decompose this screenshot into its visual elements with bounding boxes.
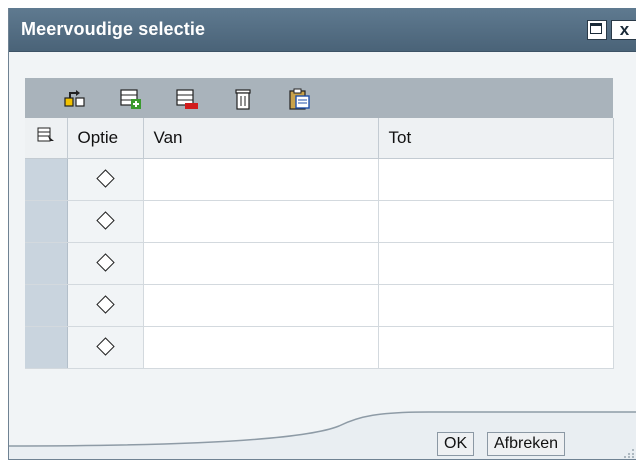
van-cell[interactable] [143,200,379,243]
row-selector[interactable] [25,326,68,369]
multiple-selection-dialog: Meervoudige selectie x Optie Van Tot OK … [8,8,636,460]
tot-cell[interactable] [378,200,614,243]
table-row [25,242,614,285]
tot-cell[interactable] [378,326,614,369]
option-cell[interactable] [67,326,144,369]
table-row [25,326,614,369]
column-settings-icon [37,127,54,142]
column-header-van[interactable]: Van [143,118,379,159]
table-row [25,284,614,327]
table-row [25,158,614,201]
column-header-optie[interactable]: Optie [67,118,144,159]
option-cell[interactable] [67,200,144,243]
option-diamond-icon [95,253,115,272]
option-cell[interactable] [67,284,144,327]
resize-grip-icon[interactable] [621,448,635,458]
trash-icon[interactable] [231,87,255,111]
table-row [25,200,614,243]
row-selector[interactable] [25,200,68,243]
column-header-tot[interactable]: Tot [378,118,614,159]
row-selector[interactable] [25,242,68,285]
tot-cell[interactable] [378,242,614,285]
maximize-button[interactable] [587,20,607,40]
cancel-button[interactable]: Afbreken [487,432,566,456]
row-selector[interactable] [25,284,68,327]
delete-row-icon[interactable] [175,87,199,111]
van-cell[interactable] [143,242,379,285]
van-cell[interactable] [143,284,379,327]
option-diamond-icon [95,295,115,314]
column-settings-header[interactable] [25,118,68,159]
insert-row-icon[interactable] [119,87,143,111]
toolbar [25,78,613,118]
van-cell[interactable] [143,158,379,201]
title-bar[interactable]: Meervoudige selectie x [9,8,636,52]
option-diamond-icon [95,169,115,188]
van-cell[interactable] [143,326,379,369]
option-diamond-icon [95,211,115,230]
option-cell[interactable] [67,242,144,285]
clipboard-icon[interactable] [287,87,311,111]
option-diamond-icon [95,337,115,356]
tot-cell[interactable] [378,158,614,201]
expand-tree-icon[interactable] [63,87,87,111]
option-cell[interactable] [67,158,144,201]
ok-button[interactable]: OK [437,432,475,456]
row-selector[interactable] [25,158,68,201]
selection-table: Optie Van Tot [25,118,614,369]
tot-cell[interactable] [378,284,614,327]
close-button[interactable]: x [611,20,636,40]
dialog-title: Meervoudige selectie [21,19,206,39]
